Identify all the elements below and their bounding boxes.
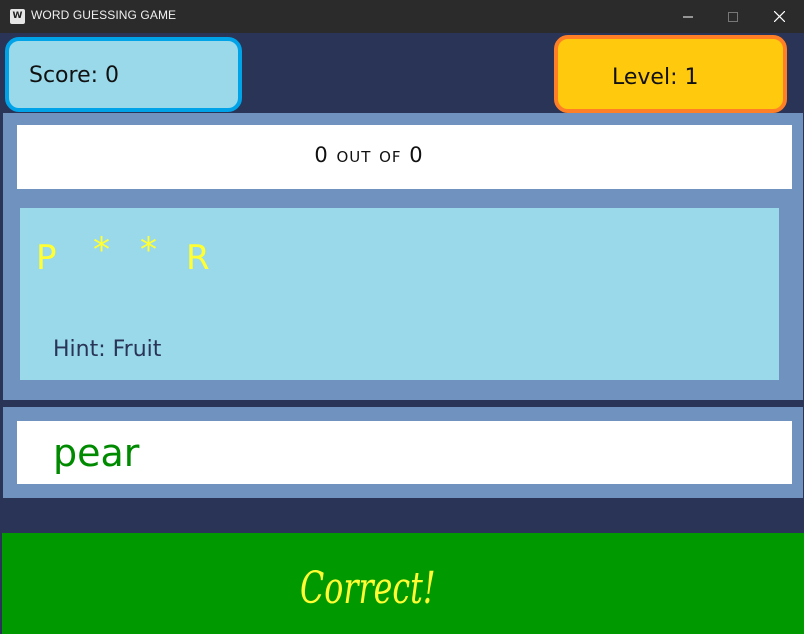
minimize-button[interactable] — [665, 0, 711, 33]
puzzle-letter: * — [93, 230, 110, 270]
answer-panel — [3, 407, 803, 498]
minimize-icon — [683, 16, 693, 17]
close-button[interactable] — [756, 0, 802, 33]
title-bar[interactable]: W WORD GUESSING GAME — [0, 0, 804, 33]
puzzle-letter: R — [186, 238, 210, 278]
feedback-message: Correct! — [300, 563, 436, 614]
puzzle-letter: P — [36, 238, 57, 278]
level-box: Level: 1 — [554, 35, 787, 113]
progress-bar: 0 out of 0 — [17, 125, 792, 189]
close-icon — [773, 11, 785, 22]
puzzle-letter: * — [140, 230, 157, 270]
window-title: WORD GUESSING GAME — [31, 8, 177, 22]
answer-input[interactable] — [17, 421, 792, 484]
feedback-bar: Correct! — [2, 533, 804, 634]
score-label: Score: 0 — [29, 63, 120, 88]
game-area: Score: 0 Level: 1 0 out of 0 P * * R Hin… — [0, 33, 804, 634]
progress-label: 0 out of 0 — [314, 143, 424, 167]
level-label: Level: 1 — [612, 65, 699, 90]
puzzle-panel: 0 out of 0 P * * R Hint: Fruit — [3, 113, 803, 400]
word-card: P * * R Hint: Fruit — [20, 208, 779, 380]
hint-label: Hint: Fruit — [53, 337, 162, 362]
maximize-icon — [728, 11, 738, 22]
app-icon: W — [10, 9, 25, 24]
maximize-button[interactable] — [710, 0, 756, 33]
score-box: Score: 0 — [5, 37, 242, 112]
